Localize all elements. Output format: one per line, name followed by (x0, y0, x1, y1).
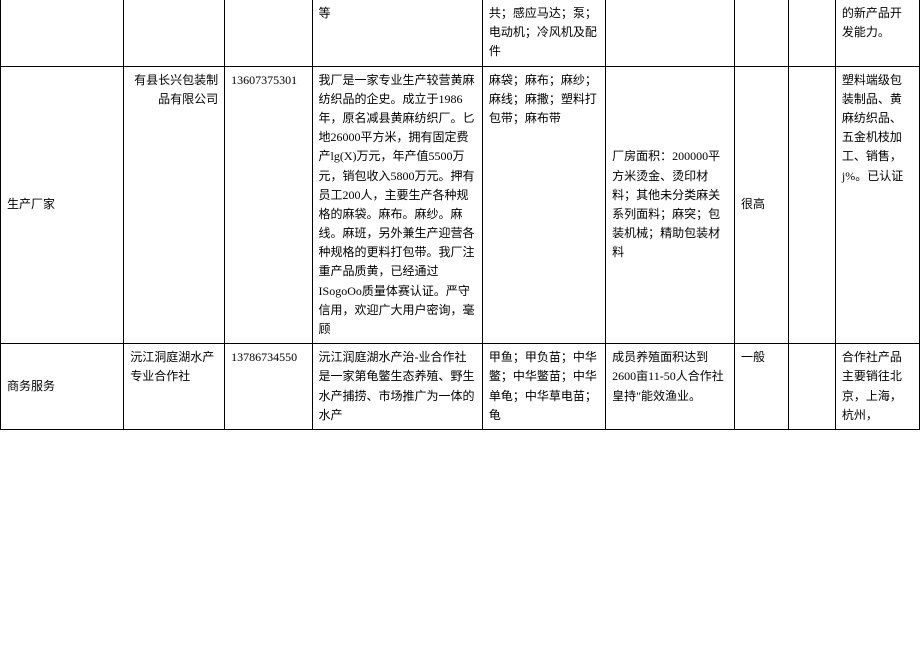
cell (1, 0, 124, 66)
table-row: 生产厂家 有县长兴包装制品有限公司 13607375301 我厂是一家专业生产较… (1, 66, 920, 344)
cell-category: 商务服务 (1, 344, 124, 430)
cell (788, 344, 835, 430)
cell-facility: 厂房面积：200000平方米烫金、烫印材料；其他未分类麻关系列面料；麻突；包装机… (606, 66, 735, 344)
cell-notes: 塑料端级包装制品、黄麻纺织品、五金机枝加工、销售，j%。已认证 (835, 66, 919, 344)
cell-description: 沅江润庭湖水产治-业合作社是一家第龟鳖生态养殖、野生水产捕捞、市场推广为一体的水… (312, 344, 482, 430)
cell-facility: 成员养殖面积达到2600亩11-50人合作社皇持"能效渔业。 (606, 344, 735, 430)
cell-phone: 13607375301 (225, 66, 312, 344)
cell-company: 有县长兴包装制品有限公司 (124, 66, 225, 344)
cell: 共；感应马达；泵；电动机；冷风机及配件 (482, 0, 605, 66)
cell-rating: 一般 (735, 344, 789, 430)
cell: 等 (312, 0, 482, 66)
cell-phone: 13786734550 (225, 344, 312, 430)
table-row: 商务服务 沅江洞庭湖水产专业合作社 13786734550 沅江润庭湖水产治-业… (1, 344, 920, 430)
cell (735, 0, 789, 66)
cell (124, 0, 225, 66)
cell-rating: 很高 (735, 66, 789, 344)
cell (606, 0, 735, 66)
cell (225, 0, 312, 66)
cell-company: 沅江洞庭湖水产专业合作社 (124, 344, 225, 430)
cell-category: 生产厂家 (1, 66, 124, 344)
cell-description: 我厂是一家专业生产较营黄麻纺织品的企史。成立于1986年，原名减县黄麻纺织厂。匕… (312, 66, 482, 344)
cell-products: 甲鱼；甲负苗；中华鳖；中华鳖苗；中华单龟；中华草电苗；龟 (482, 344, 605, 430)
cell-notes: 合作社产品主要销往北京，上海，杭州， (835, 344, 919, 430)
table-row: 等 共；感应马达；泵；电动机；冷风机及配件 的新产品开发能力。 (1, 0, 920, 66)
cell-products: 麻袋；麻布；麻纱；麻线；麻撒；塑料打包带；麻布带 (482, 66, 605, 344)
cell (788, 0, 835, 66)
data-table: 等 共；感应马达；泵；电动机；冷风机及配件 的新产品开发能力。 生产厂家 有县长… (0, 0, 920, 430)
cell (788, 66, 835, 344)
cell: 的新产品开发能力。 (835, 0, 919, 66)
